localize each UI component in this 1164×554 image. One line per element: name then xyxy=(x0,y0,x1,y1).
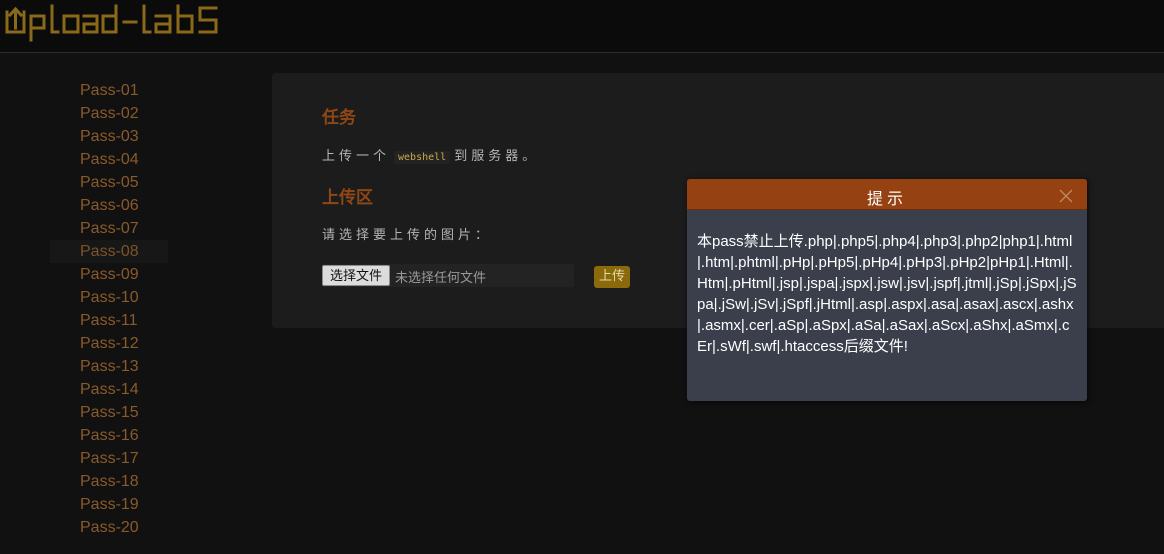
choose-file-button[interactable]: 选择文件 xyxy=(322,265,391,286)
sidebar-item-pass-05[interactable]: Pass-05 xyxy=(50,171,168,194)
dialog-title-bar[interactable]: 提示 xyxy=(687,179,1087,210)
alert-dialog: 提示 本pass禁止上传.php|.php5|.php4|.php3|.php2… xyxy=(687,179,1087,401)
task-heading: 任务 xyxy=(322,108,356,128)
sidebar-item-pass-08[interactable]: Pass-08 xyxy=(50,240,168,263)
file-status: 未选择任何文件 xyxy=(395,271,487,286)
sidebar-item-pass-04[interactable]: Pass-04 xyxy=(50,148,168,171)
sidebar-item-pass-12[interactable]: Pass-12 xyxy=(50,332,168,355)
file-input[interactable]: 选择文件 未选择任何文件 xyxy=(322,264,574,287)
task-suffix: 到服务器。 xyxy=(454,149,540,164)
sidebar-item-pass-19[interactable]: Pass-19 xyxy=(50,493,168,516)
sidebar-item-pass-07[interactable]: Pass-07 xyxy=(50,217,168,240)
header xyxy=(0,0,1164,53)
sidebar-item-pass-11[interactable]: Pass-11 xyxy=(50,309,168,332)
sidebar-item-pass-18[interactable]: Pass-18 xyxy=(50,470,168,493)
sidebar-item-pass-01[interactable]: Pass-01 xyxy=(50,79,168,102)
sidebar-nav: Pass-01 Pass-02 Pass-03 Pass-04 Pass-05 Pass-… xyxy=(50,79,168,539)
sidebar-item-pass-20[interactable]: Pass-20 xyxy=(50,516,168,539)
sidebar-item-pass-14[interactable]: Pass-14 xyxy=(50,378,168,401)
upload-heading: 上传区 xyxy=(322,188,373,208)
sidebar-item-pass-16[interactable]: Pass-16 xyxy=(50,424,168,447)
sidebar-item-pass-17[interactable]: Pass-17 xyxy=(50,447,168,470)
sidebar-item-pass-13[interactable]: Pass-13 xyxy=(50,355,168,378)
task-prefix: 上传一个 xyxy=(322,149,391,164)
task-code: webshell xyxy=(394,151,451,164)
logo-graphic xyxy=(5,4,218,42)
dialog-message: 本pass禁止上传.php|.php5|.php4|.php3|.php2|ph… xyxy=(697,233,1077,355)
close-icon[interactable] xyxy=(1059,188,1073,207)
sidebar-item-pass-06[interactable]: Pass-06 xyxy=(50,194,168,217)
task-description: 上传一个 webshell 到服务器。 xyxy=(322,145,539,164)
upload-button[interactable]: 上传 xyxy=(594,266,631,288)
sidebar-item-pass-10[interactable]: Pass-10 xyxy=(50,286,168,309)
sidebar-item-pass-15[interactable]: Pass-15 xyxy=(50,401,168,424)
upload-prompt: 请选择要上传的图片： xyxy=(322,228,493,243)
dialog-title: 提示 xyxy=(866,189,907,208)
logo[interactable] xyxy=(4,2,234,46)
sidebar-item-pass-03[interactable]: Pass-03 xyxy=(50,125,168,148)
sidebar-item-pass-09[interactable]: Pass-09 xyxy=(50,263,168,286)
sidebar-item-pass-02[interactable]: Pass-02 xyxy=(50,102,168,125)
